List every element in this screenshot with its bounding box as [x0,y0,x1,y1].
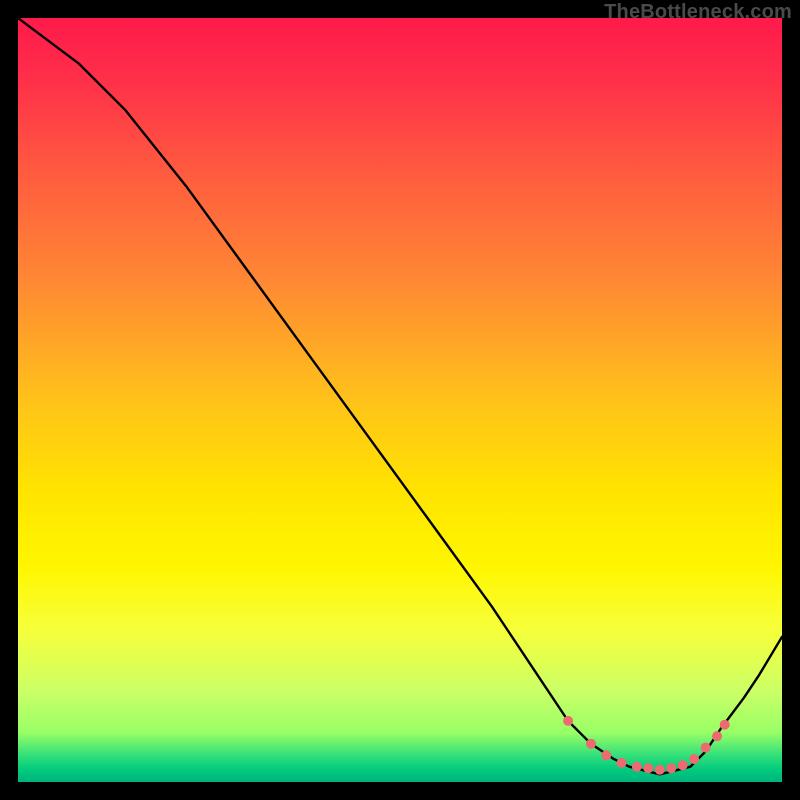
highlight-point [586,739,596,749]
highlight-point [632,762,642,772]
highlight-point [689,754,699,764]
highlight-point [666,763,676,773]
gradient-background [18,18,782,782]
highlight-point [563,716,573,726]
highlight-point [601,750,611,760]
highlight-point [712,731,722,741]
highlight-point [617,758,627,768]
chart-stage: TheBottleneck.com [0,0,800,800]
highlight-point [720,720,730,730]
bottleneck-chart [18,18,782,782]
highlight-point [655,765,665,775]
highlight-point [643,763,653,773]
highlight-point [678,760,688,770]
highlight-point [701,743,711,753]
